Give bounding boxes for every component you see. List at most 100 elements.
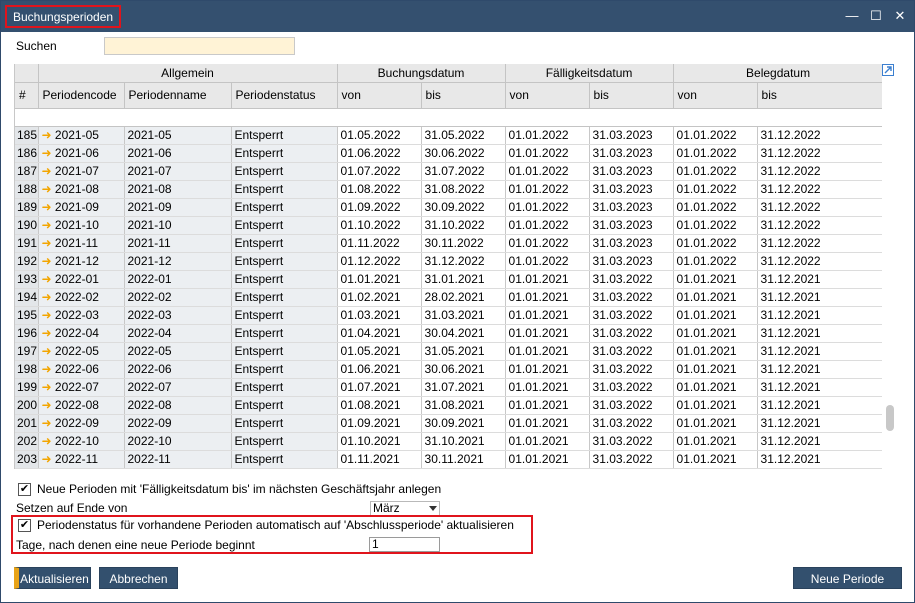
link-arrow-icon[interactable]: ➜	[42, 326, 55, 340]
maximize-icon[interactable]: ☐	[868, 7, 884, 25]
table-row[interactable]: 195 ➜ 2022-03 2022-03 Entsperrt 01.03.2021 31…	[15, 306, 882, 325]
link-arrow-icon[interactable]: ➜	[42, 182, 55, 196]
table-row[interactable]: 191 ➜ 2021-11 2021-11 Entsperrt 01.11.2022 30…	[15, 234, 882, 253]
month-select[interactable]: März	[370, 501, 440, 516]
period-code-cell[interactable]: ➜ 2022-11	[38, 450, 125, 469]
new-periods-checkbox[interactable]: ✔	[18, 483, 31, 496]
period-code-cell[interactable]: ➜ 2022-10	[38, 432, 125, 451]
table-row[interactable]: 204➜ 2022-122022-12Entsperrt01.12.202131…	[15, 468, 882, 469]
period-code-cell[interactable]: ➜ 2022-08	[38, 396, 125, 415]
column-header[interactable]: Periodenname	[124, 82, 232, 109]
column-header[interactable]: von	[505, 82, 590, 109]
table-row[interactable]: 188 ➜ 2021-08 2021-08 Entsperrt 01.08.2022 31…	[15, 180, 882, 199]
period-name-cell: 2021-05	[124, 126, 232, 145]
table-row[interactable]: 198 ➜ 2022-06 2022-06 Entsperrt 01.06.2021 30…	[15, 360, 882, 379]
period-code-cell[interactable]: ➜ 2021-09	[38, 198, 125, 217]
period-code-cell[interactable]: ➜ 2022-06	[38, 360, 125, 379]
link-arrow-icon[interactable]: ➜	[42, 218, 55, 232]
period-code-cell[interactable]: ➜ 2021-10	[38, 216, 125, 235]
table-row[interactable]: 190 ➜ 2021-10 2021-10 Entsperrt 01.10.2022 31…	[15, 216, 882, 235]
auto-status-checkbox[interactable]: ✔	[18, 519, 31, 532]
due-from-cell: 01.01.2022	[505, 234, 590, 253]
checkmark-icon: ✔	[19, 483, 30, 495]
column-header[interactable]: bis	[589, 82, 674, 109]
column-header[interactable]: Periodenstatus	[231, 82, 338, 109]
link-arrow-icon[interactable]: ➜	[42, 452, 55, 466]
due-from-cell: 01.01.2021	[505, 450, 590, 469]
table-row[interactable]: 197 ➜ 2022-05 2022-05 Entsperrt 01.05.2021 31…	[15, 342, 882, 361]
periods-grid: Allgemein Buchungsdatum Fälligkeitsdatum…	[14, 64, 882, 469]
table-row[interactable]: 200 ➜ 2022-08 2022-08 Entsperrt 01.08.2021 31…	[15, 396, 882, 415]
column-header[interactable]: von	[337, 82, 422, 109]
link-arrow-icon[interactable]: ➜	[42, 416, 55, 430]
period-code-cell[interactable]: ➜ 2021-11	[38, 234, 125, 253]
period-status-cell: Entsperrt	[231, 216, 338, 235]
period-code-cell[interactable]: ➜ 2022-02	[38, 288, 125, 307]
link-arrow-icon[interactable]: ➜	[42, 128, 55, 142]
period-code-cell[interactable]: ➜ 2021-08	[38, 180, 125, 199]
period-code-cell[interactable]: ➜ 2022-12	[38, 468, 125, 469]
link-arrow-icon[interactable]: ➜	[42, 380, 55, 394]
link-arrow-icon[interactable]: ➜	[42, 398, 55, 412]
column-header[interactable]: Periodencode	[38, 82, 125, 109]
minimize-icon[interactable]: —	[844, 7, 860, 25]
due-to-cell: 31.03.2022	[589, 360, 674, 379]
link-arrow-icon[interactable]: ➜	[42, 146, 55, 160]
table-row[interactable]: 192 ➜ 2021-12 2021-12 Entsperrt 01.12.2022 31…	[15, 252, 882, 271]
link-arrow-icon[interactable]: ➜	[42, 434, 55, 448]
scrollbar-thumb[interactable]	[886, 405, 894, 431]
table-row[interactable]: 196 ➜ 2022-04 2022-04 Entsperrt 01.04.2021 30…	[15, 324, 882, 343]
document-from-cell: 01.01.2021	[673, 468, 758, 469]
column-header[interactable]: #	[15, 82, 39, 109]
link-arrow-icon[interactable]: ➜	[42, 290, 55, 304]
days-input[interactable]: 1	[369, 537, 440, 552]
table-row[interactable]: 193 ➜ 2022-01 2022-01 Entsperrt 01.01.2021 31…	[15, 270, 882, 289]
link-arrow-icon[interactable]: ➜	[42, 254, 55, 268]
column-header[interactable]: bis	[421, 82, 506, 109]
link-arrow-icon[interactable]: ➜	[42, 236, 55, 250]
expand-diagonal-icon[interactable]	[882, 64, 894, 76]
table-row[interactable]: 187 ➜ 2021-07 2021-07 Entsperrt 01.07.2022 31…	[15, 162, 882, 181]
period-name-cell: 2022-10	[124, 432, 232, 451]
link-arrow-icon[interactable]: ➜	[42, 272, 55, 286]
period-code-cell[interactable]: ➜ 2021-06	[38, 144, 125, 163]
period-code: 2022-08	[54, 398, 99, 412]
table-row[interactable]: 185 ➜ 2021-05 2021-05 Entsperrt 01.05.2022 31…	[15, 126, 882, 145]
link-arrow-icon[interactable]: ➜	[42, 344, 55, 358]
table-row[interactable]: 186 ➜ 2021-06 2021-06 Entsperrt 01.06.2022 30…	[15, 144, 882, 163]
due-to-cell: 31.03.2022	[589, 396, 674, 415]
cancel-button[interactable]: Abbrechen	[99, 567, 178, 589]
table-row[interactable]: 203 ➜ 2022-11 2022-11 Entsperrt 01.11.2021 30…	[15, 450, 882, 469]
period-code-cell[interactable]: ➜ 2021-12	[38, 252, 125, 271]
update-button[interactable]: Aktualisieren	[14, 567, 91, 589]
period-code-cell[interactable]: ➜ 2022-01	[38, 270, 125, 289]
link-arrow-icon[interactable]: ➜	[42, 362, 55, 376]
link-arrow-icon[interactable]: ➜	[42, 164, 55, 178]
close-icon[interactable]: ✕	[892, 7, 908, 25]
table-row[interactable]: 202 ➜ 2022-10 2022-10 Entsperrt 01.10.2021 31…	[15, 432, 882, 451]
link-arrow-icon[interactable]: ➜	[42, 200, 55, 214]
period-code: 2022-09	[54, 416, 99, 430]
table-row[interactable]: 189 ➜ 2021-09 2021-09 Entsperrt 01.09.2022 30…	[15, 198, 882, 217]
period-code-cell[interactable]: ➜ 2022-04	[38, 324, 125, 343]
table-row[interactable]: 201 ➜ 2022-09 2022-09 Entsperrt 01.09.2021 30…	[15, 414, 882, 433]
period-code-cell[interactable]: ➜ 2021-07	[38, 162, 125, 181]
new-period-button[interactable]: Neue Periode	[793, 567, 902, 589]
table-row[interactable]: 194 ➜ 2022-02 2022-02 Entsperrt 01.02.2021 28…	[15, 288, 882, 307]
column-header[interactable]: von	[673, 82, 758, 109]
period-code-cell[interactable]: ➜ 2021-05	[38, 126, 125, 145]
column-header[interactable]: bis	[757, 82, 882, 109]
posting-from-cell: 01.12.2021	[337, 468, 422, 469]
group-header: Allgemein	[38, 64, 338, 83]
period-code: 2022-02	[54, 290, 99, 304]
period-code-cell[interactable]: ➜ 2022-05	[38, 342, 125, 361]
period-code-cell[interactable]: ➜ 2022-03	[38, 306, 125, 325]
period-code-cell[interactable]: ➜ 2022-09	[38, 414, 125, 433]
period-code-cell[interactable]: ➜ 2022-07	[38, 378, 125, 397]
due-from-cell: 01.01.2022	[505, 144, 590, 163]
link-arrow-icon[interactable]: ➜	[42, 308, 55, 322]
table-row[interactable]: 199 ➜ 2022-07 2022-07 Entsperrt 01.07.2021 31…	[15, 378, 882, 397]
month-select-value: März	[373, 501, 400, 515]
due-to-cell: 31.03.2023	[589, 144, 674, 163]
search-input[interactable]	[104, 37, 295, 55]
